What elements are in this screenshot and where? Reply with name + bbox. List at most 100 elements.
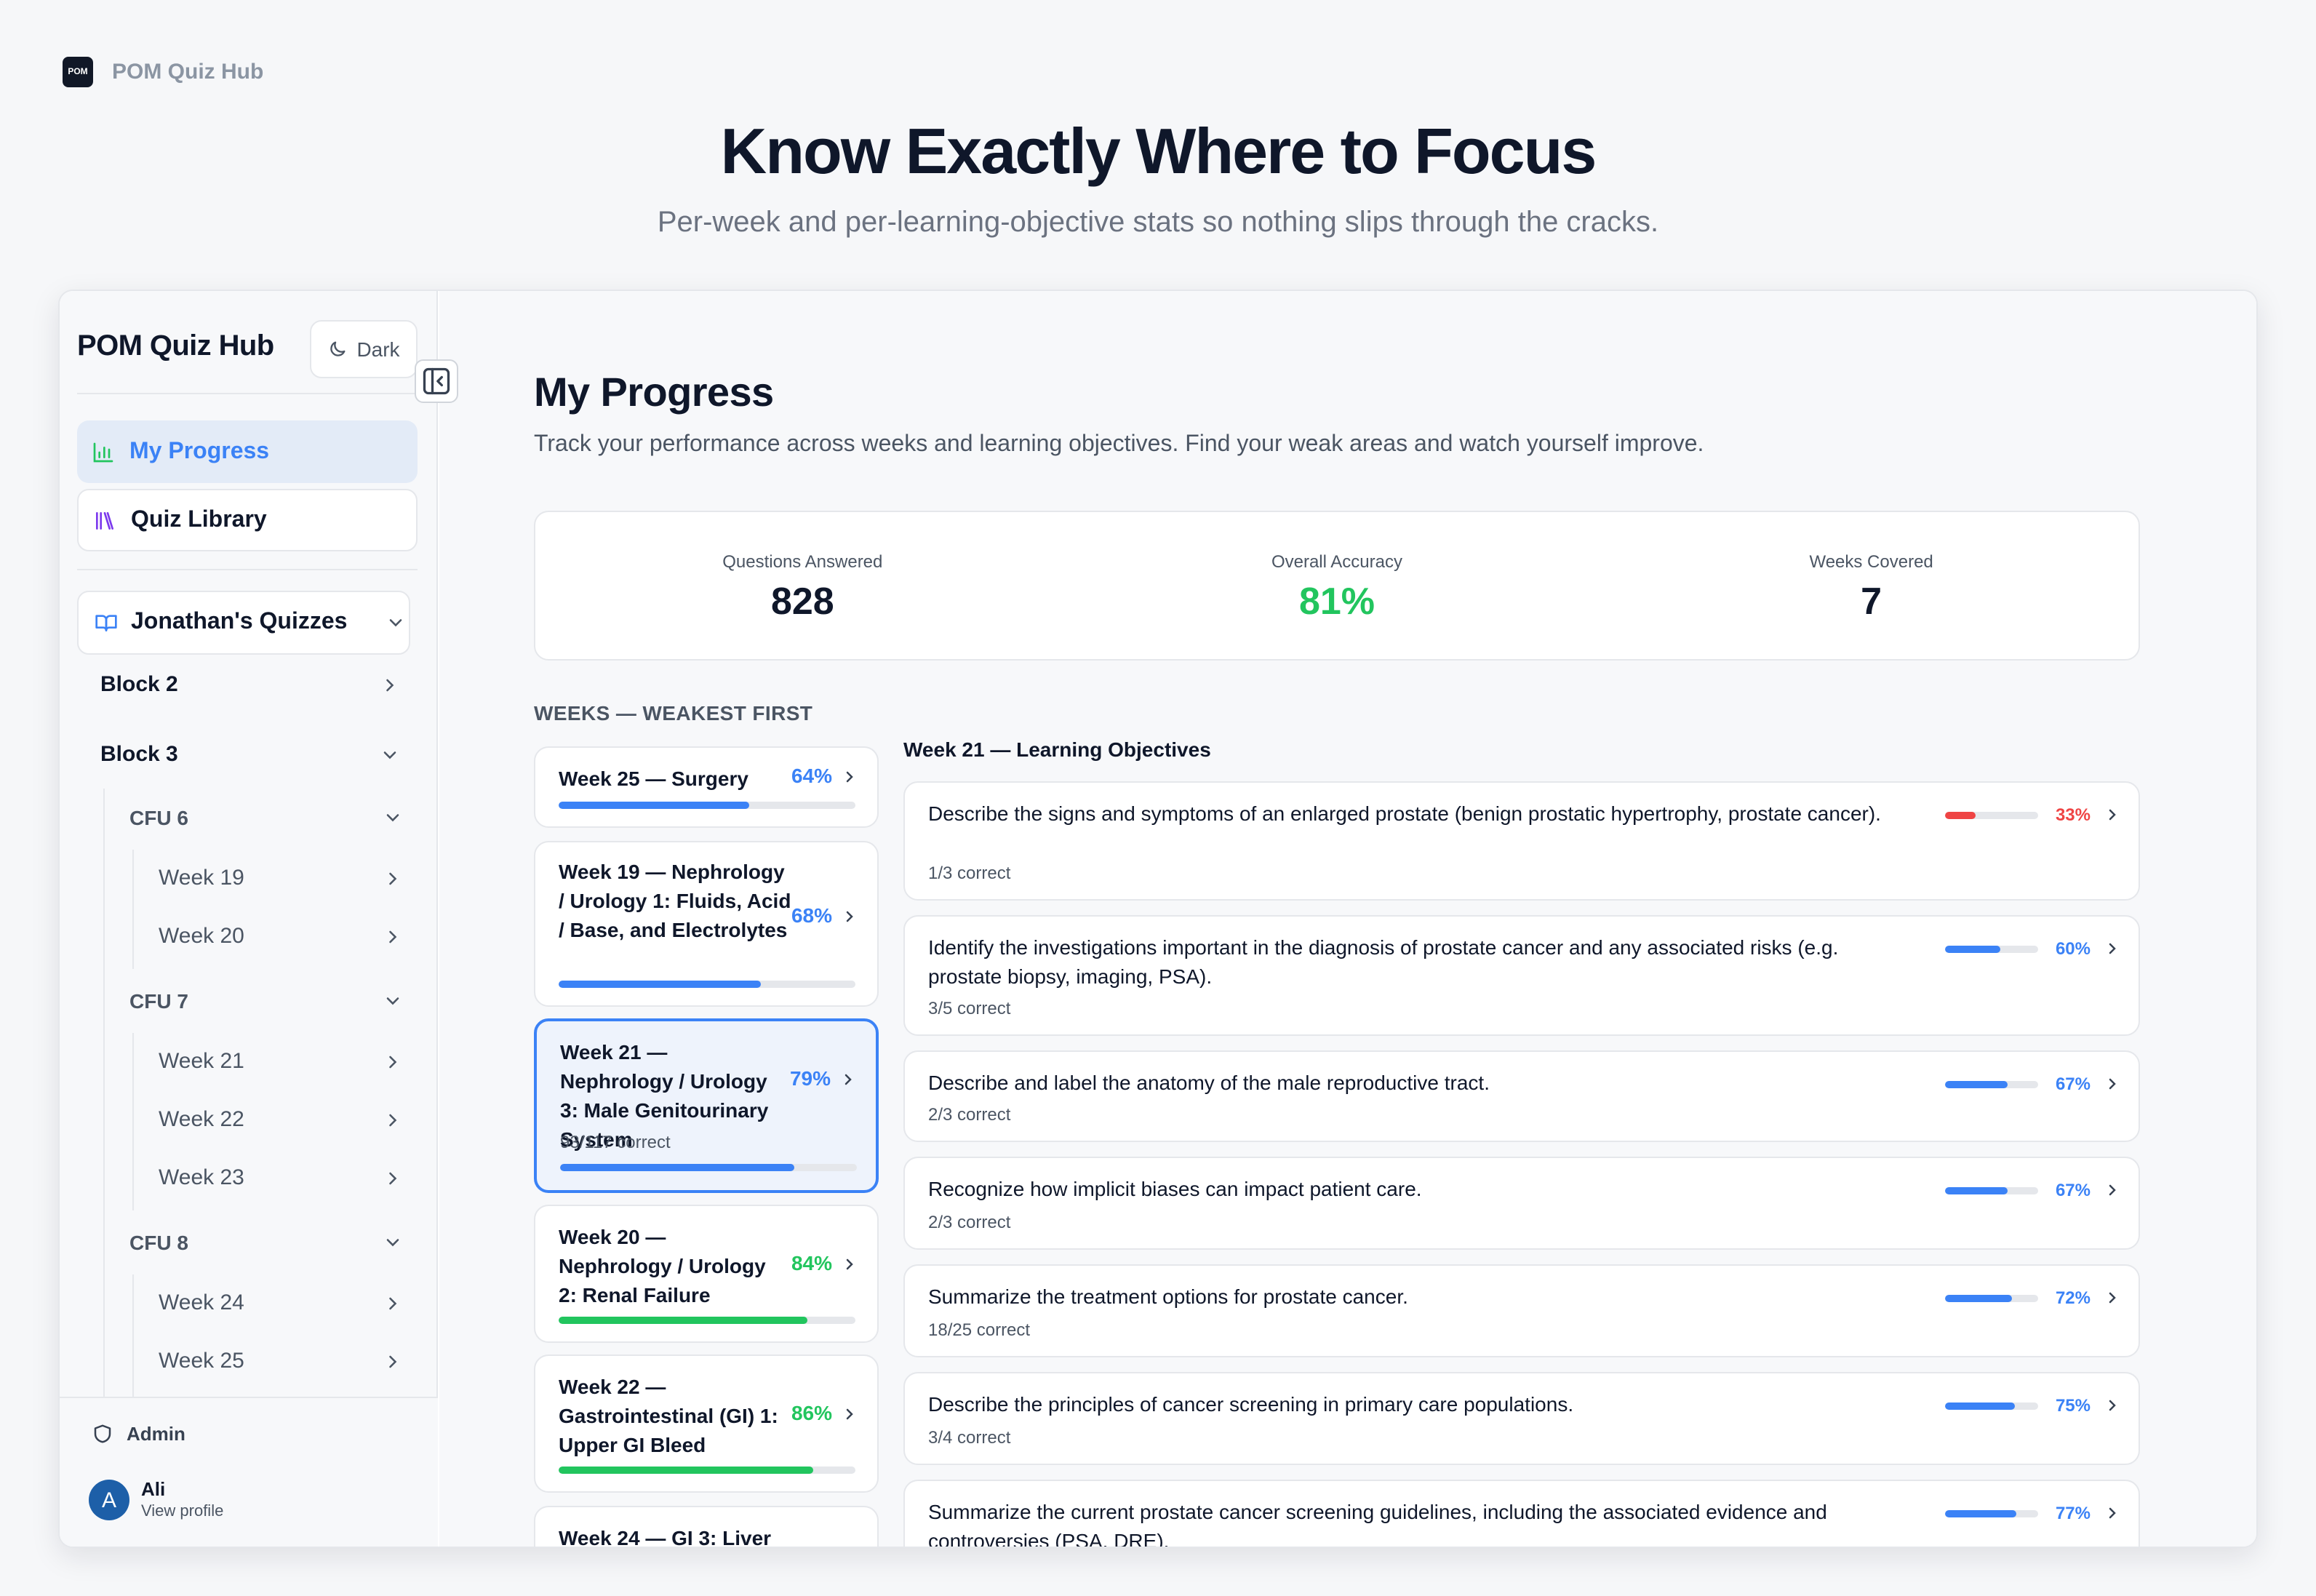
- week-card-selected[interactable]: Week 21 — Nephrology / Urology 3: Male G…: [534, 1018, 879, 1193]
- chevron-right-icon: [846, 911, 853, 922]
- chevron-right-icon: [389, 1354, 397, 1368]
- objective-progress-fill: [1945, 1510, 2017, 1517]
- tree-week-25[interactable]: Week 25: [159, 1349, 403, 1373]
- tree-cfu-6[interactable]: CFU 6: [129, 806, 403, 829]
- objective-percent: 67%: [2055, 1180, 2091, 1200]
- tree-label: CFU 6: [129, 806, 188, 829]
- chevron-down-icon: [386, 814, 399, 822]
- hero-subtitle: Per-week and per-learning-objective stat…: [657, 207, 1659, 239]
- week-correct-count: 93/117 correct: [560, 1132, 671, 1152]
- brand-header: POM POM Quiz Hub: [63, 57, 263, 87]
- chevron-down-icon: [386, 997, 399, 1005]
- week-card[interactable]: Week 19 — Nephrology / Urology 1: Fluids…: [534, 841, 879, 1007]
- nav-label: My Progress: [129, 439, 270, 463]
- chevron-down-icon: [383, 751, 396, 759]
- chevron-right-icon: [2109, 943, 2116, 954]
- objective-card[interactable]: Identify the investigations important in…: [903, 915, 2140, 1036]
- tree-week-20[interactable]: Week 20: [159, 924, 403, 949]
- chevron-down-icon: [389, 619, 402, 627]
- objective-text: Recognize how implicit biases can impact…: [928, 1177, 1422, 1200]
- admin-label: Admin: [127, 1423, 185, 1445]
- tree-label: Week 24: [159, 1290, 244, 1315]
- chevron-right-icon: [386, 678, 394, 691]
- chevron-right-icon: [389, 1296, 397, 1309]
- stat-value: 7: [1861, 579, 1882, 623]
- tree-guide: [132, 850, 134, 969]
- sidebar: POM Quiz Hub Dark My Progress Quiz Libra…: [60, 291, 438, 1547]
- objective-text: Summarize the treatment options for pros…: [928, 1285, 1408, 1308]
- quizzes-dropdown[interactable]: Jonathan's Quizzes: [77, 591, 410, 655]
- objective-card[interactable]: Describe the principles of cancer screen…: [903, 1372, 2140, 1465]
- tree-label: Week 23: [159, 1165, 244, 1190]
- week-card[interactable]: Week 24 — GI 3: Liver: [534, 1506, 879, 1547]
- tree-week-22[interactable]: Week 22: [159, 1107, 403, 1132]
- objective-percent: 75%: [2055, 1395, 2091, 1416]
- objective-card[interactable]: Describe and label the anatomy of the ma…: [903, 1050, 2140, 1142]
- stat-label: Overall Accuracy: [1271, 551, 1402, 572]
- chevron-right-icon: [389, 930, 397, 943]
- tree-label: CFU 7: [129, 989, 188, 1013]
- objective-percent: 33%: [2055, 805, 2091, 825]
- stat-label: Weeks Covered: [1809, 551, 1933, 572]
- tree-label: Week 22: [159, 1107, 244, 1132]
- hero-title: Know Exactly Where to Focus: [720, 116, 1597, 188]
- objective-card[interactable]: Summarize the current prostate cancer sc…: [903, 1480, 2140, 1547]
- chevron-down-icon: [386, 1239, 399, 1247]
- objective-card[interactable]: Describe the signs and symptoms of an en…: [903, 781, 2140, 901]
- page-title: My Progress: [534, 370, 774, 415]
- objective-progress-bar: [1945, 1081, 2038, 1088]
- objective-percent: 77%: [2055, 1503, 2091, 1523]
- admin-link[interactable]: Admin: [92, 1423, 185, 1445]
- objectives-heading: Week 21 — Learning Objectives: [903, 738, 1211, 761]
- tree-guide: [132, 1274, 134, 1397]
- stat-value: 828: [770, 579, 834, 623]
- tree-cfu-8[interactable]: CFU 8: [129, 1231, 403, 1254]
- stat-value: 81%: [1298, 579, 1375, 623]
- view-profile-link[interactable]: View profile: [141, 1503, 223, 1520]
- tree-block-3[interactable]: Block 3: [100, 742, 400, 767]
- tree-cfu-7[interactable]: CFU 7: [129, 989, 403, 1013]
- nav-quiz-library[interactable]: Quiz Library: [77, 489, 418, 551]
- moon-icon: [330, 341, 346, 356]
- tree-block-2[interactable]: Block 2: [100, 672, 400, 697]
- week-card[interactable]: Week 25 — Surgery 64%: [534, 746, 879, 828]
- week-progress-bar: [560, 1164, 857, 1171]
- objective-percent: 67%: [2055, 1074, 2091, 1094]
- tree-label: Week 19: [159, 866, 244, 890]
- collapse-sidebar-button[interactable]: [415, 359, 458, 403]
- avatar[interactable]: A: [89, 1480, 129, 1520]
- week-percent: 79%: [789, 1066, 831, 1090]
- week-card[interactable]: Week 20 — Nephrology / Urology 2: Renal …: [534, 1205, 879, 1343]
- tree-week-24[interactable]: Week 24: [159, 1290, 403, 1315]
- tree-week-21[interactable]: Week 21: [159, 1049, 403, 1074]
- objective-percent: 60%: [2055, 938, 2091, 959]
- week-progress-fill: [559, 1317, 808, 1324]
- brand-name: POM Quiz Hub: [112, 60, 264, 84]
- app-window: POM Quiz Hub Dark My Progress Quiz Libra…: [58, 290, 2258, 1548]
- stat-weeks-covered: Weeks Covered 7: [1604, 512, 2139, 659]
- brand-logo: POM: [63, 57, 93, 87]
- objective-card[interactable]: Recognize how implicit biases can impact…: [903, 1157, 2140, 1250]
- week-percent: 86%: [791, 1401, 832, 1424]
- tree-week-19[interactable]: Week 19: [159, 866, 403, 890]
- tree-label: Week 20: [159, 924, 244, 949]
- objective-card[interactable]: Summarize the treatment options for pros…: [903, 1264, 2140, 1357]
- tree-label: Block 3: [100, 742, 178, 767]
- sidebar-footer: Admin A Ali View profile: [60, 1397, 438, 1547]
- chevron-right-icon: [2109, 1400, 2116, 1411]
- chevron-right-icon: [846, 1258, 853, 1270]
- objective-text: Identify the investigations important in…: [928, 935, 1839, 988]
- objective-progress-bar: [1945, 1510, 2038, 1517]
- objective-text: Describe the signs and symptoms of an en…: [928, 802, 1881, 825]
- dark-mode-button[interactable]: Dark: [310, 320, 418, 378]
- objective-text: Describe and label the anatomy of the ma…: [928, 1071, 1490, 1094]
- page-description: Track your performance across weeks and …: [534, 432, 1704, 457]
- tree-week-23[interactable]: Week 23: [159, 1165, 403, 1190]
- objective-progress-bar: [1945, 1295, 2038, 1302]
- nav-my-progress[interactable]: My Progress: [77, 420, 418, 483]
- shield-icon: [94, 1424, 111, 1443]
- week-card[interactable]: Week 22 — Gastrointestinal (GI) 1: Upper…: [534, 1354, 879, 1493]
- week-title: Week 25 — Surgery: [559, 767, 748, 790]
- chevron-right-icon: [2109, 1507, 2116, 1519]
- nav-label: Quiz Library: [131, 507, 267, 532]
